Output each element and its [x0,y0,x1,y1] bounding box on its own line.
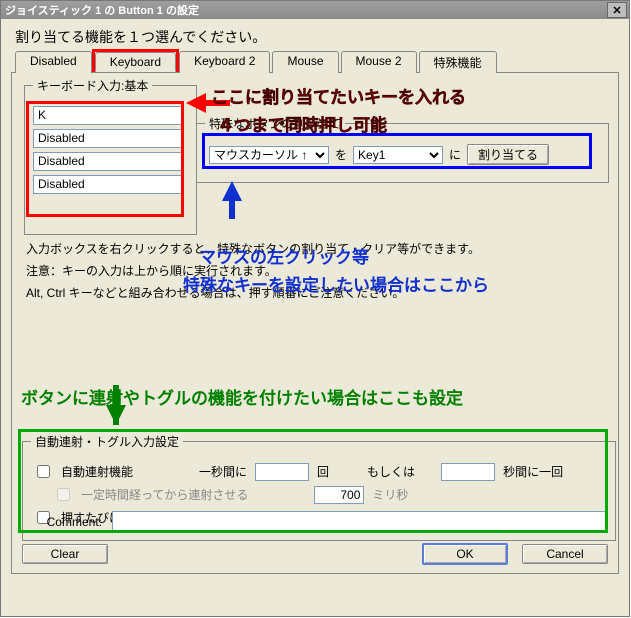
highlight-tab-keyboard: Keyboard [92,49,179,75]
window-title: ジョイスティック 1 の Button 1 の設定 [5,2,607,18]
comment-row: Comment: [22,511,608,533]
arrow-red [186,93,206,113]
tab-strip: Disabled Keyboard Keyboard 2 Mouse Mouse… [11,51,619,73]
auto-repeat-checkbox[interactable] [37,465,50,478]
dialog-window: ジョイスティック 1 の Button 1 の設定 ✕ 割り当てる機能を１つ選ん… [0,0,630,617]
arrow-blue [222,181,242,201]
label-ni: に [449,146,461,163]
comment-input[interactable] [112,511,608,533]
anno-blue-line2: 特殊なキーを設定したい場合はここから [183,271,489,296]
client-area: 割り当てる機能を１つ選んでください。 Disabled Keyboard Key… [1,19,629,616]
key-input-4[interactable]: Disabled [33,175,183,194]
delay-checkbox[interactable] [57,488,70,501]
per-sec-label-b: 回 [317,463,329,480]
or-label: もしくは [367,463,415,480]
special-select-key[interactable]: Key1 [353,146,443,164]
per-sec-label-c: 秒間に一回 [503,463,563,480]
tab-keyboard[interactable]: Keyboard [95,52,176,72]
delay-unit: ミリ秒 [372,486,408,503]
per-sec-label-a: 一秒間に [199,463,247,480]
anno-red-line1: ここに割り当てたいキーを入れる [211,83,466,108]
tab-special[interactable]: 特殊機能 [419,51,497,73]
cancel-button[interactable]: Cancel [522,544,608,564]
auto-repeat-label: 自動連射機能 [61,463,133,480]
close-icon[interactable]: ✕ [607,2,627,18]
tab-mouse[interactable]: Mouse [272,51,338,73]
tab-keyboard2[interactable]: Keyboard 2 [179,51,270,73]
tab-mouse2[interactable]: Mouse 2 [341,51,417,73]
anno-red-line2: ４つまで同時押し可能 [217,111,387,136]
repeat-row-1: 自動連射機能 一秒間に 回 もしくは 秒間に一回 [33,462,605,481]
special-select-action[interactable]: マウスカーソル ↑ [209,146,329,164]
delay-label: 一定時間経ってから連射させる [81,486,248,503]
instruction-text: 割り当てる機能を１つ選んでください。 [15,27,619,47]
key-input-2[interactable]: Disabled [33,129,183,148]
label-wo: を [335,146,347,163]
keyboard-basic-group: キーボード入力:基本 K Disabled Disabled Disabled [24,77,197,235]
anno-blue-line1: マウスの左クリック等 [199,243,369,268]
button-row: Clear OK Cancel [22,543,608,565]
special-assign-row: マウスカーソル ↑ を Key1 に 割り当てる [205,140,600,169]
per-sec-count-input[interactable] [255,463,309,481]
key-input-3[interactable]: Disabled [33,152,183,171]
assign-button[interactable]: 割り当てる [467,144,549,165]
clear-button[interactable]: Clear [22,544,108,564]
tab-disabled[interactable]: Disabled [15,51,92,73]
per-sec-interval-input[interactable] [441,463,495,481]
tab-page: キーボード入力:基本 K Disabled Disabled Disabled … [11,72,619,574]
repeat-row-2: 一定時間経ってから連射させる ミリ秒 [53,485,605,504]
anno-green: ボタンに連射やトグルの機能を付けたい場合はここも設定 [21,384,463,409]
titlebar: ジョイスティック 1 の Button 1 の設定 ✕ [1,1,629,19]
keyboard-basic-legend: キーボード入力:基本 [33,77,152,94]
comment-label: Comment: [22,515,102,529]
repeat-legend: 自動連射・トグル入力設定 [31,433,183,450]
bottom-bar: Comment: Clear OK Cancel [22,511,608,565]
key-input-1[interactable]: K [33,106,183,125]
delay-value-input[interactable] [314,486,364,504]
ok-button[interactable]: OK [422,543,508,565]
